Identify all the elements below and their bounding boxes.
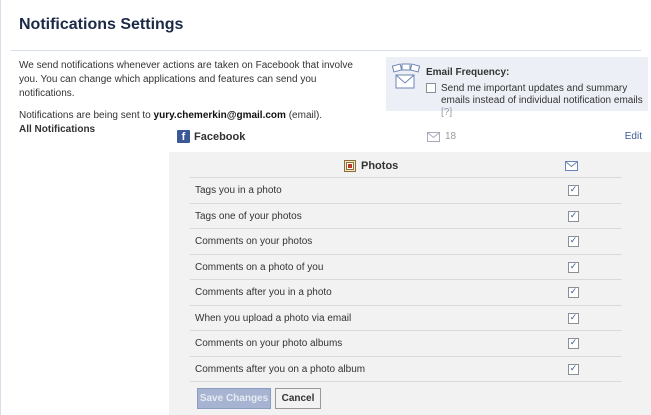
facebook-app-row: f Facebook 18 Edit <box>177 128 648 150</box>
notification-label: Comments on your photos <box>195 236 313 247</box>
destination-prefix: Notifications are being sent to <box>19 110 154 121</box>
email-checkbox[interactable]: ✓ <box>568 236 579 247</box>
email-checkbox[interactable]: ✓ <box>568 185 579 196</box>
list-item: Comments on your photo albums ✓ <box>190 330 622 356</box>
email-checkbox[interactable]: ✓ <box>568 210 579 222</box>
intro-text: We send notifications whenever actions a… <box>19 59 369 131</box>
photos-settings-panel: Photos Tags you in a photo ✓ Tags one of… <box>169 152 651 415</box>
list-item: Tags you in a photo ✓ <box>190 177 622 203</box>
photos-section-title: Photos <box>361 160 399 172</box>
notification-label: Tags one of your photos <box>195 210 302 222</box>
email-frequency-icon <box>392 63 420 89</box>
list-item: Comments after you on a photo album ✓ <box>190 355 622 382</box>
edit-link[interactable]: Edit <box>625 131 642 142</box>
title-divider <box>11 50 641 51</box>
notification-label: Comments after you in a photo <box>195 287 332 298</box>
email-column-icon <box>565 161 578 171</box>
list-item: Comments on your photos ✓ <box>190 228 622 254</box>
list-item: Tags one of your photos ✓ <box>190 202 622 229</box>
cancel-button[interactable]: Cancel <box>275 388 321 409</box>
summary-email-label: Send me important updates and summary em… <box>441 83 646 119</box>
notification-label: Comments after you on a photo album <box>195 363 366 375</box>
notification-label: Tags you in a photo <box>195 185 282 196</box>
photos-app-icon <box>344 160 356 172</box>
photo-notification-list: Tags you in a photo ✓ Tags one of your p… <box>190 177 622 382</box>
notification-destination: Notifications are being sent to yury.che… <box>19 109 369 123</box>
email-frequency-title: Email Frequency: <box>426 67 510 78</box>
email-checkbox[interactable]: ✓ <box>568 287 579 298</box>
help-link[interactable]: [?] <box>441 107 452 118</box>
notification-label: Comments on a photo of you <box>195 261 324 273</box>
list-item: When you upload a photo via email ✓ <box>190 304 622 331</box>
envelope-icon <box>427 132 440 142</box>
email-checkbox[interactable]: ✓ <box>568 312 579 324</box>
email-checkbox[interactable]: ✓ <box>568 261 579 273</box>
destination-email: yury.chemerkin@gmail.com <box>153 110 286 121</box>
facebook-app-name: Facebook <box>194 131 246 143</box>
email-frequency-box: Email Frequency: Send me important updat… <box>386 57 648 118</box>
email-checkbox[interactable]: ✓ <box>568 363 579 375</box>
page-title: Notifications Settings <box>19 16 184 33</box>
intro-description: We send notifications whenever actions a… <box>19 60 353 99</box>
notification-label: Comments on your photo albums <box>195 338 343 349</box>
facebook-logo-icon: f <box>177 130 190 143</box>
list-item: Comments on a photo of you ✓ <box>190 253 622 280</box>
notification-count: 18 <box>445 131 457 142</box>
notifications-settings-page: Notifications Settings We send notificat… <box>0 0 651 415</box>
destination-suffix: (email). <box>285 110 323 121</box>
save-changes-button[interactable]: Save Changes <box>197 388 271 409</box>
summary-email-option: Send me important updates and summary em… <box>441 83 643 106</box>
summary-email-checkbox[interactable] <box>426 83 436 93</box>
all-notifications-label: All Notifications <box>19 124 96 135</box>
notification-label: When you upload a photo via email <box>195 312 352 324</box>
email-checkbox[interactable]: ✓ <box>568 338 579 349</box>
list-divider <box>190 381 622 382</box>
list-item: Comments after you in a photo ✓ <box>190 279 622 305</box>
